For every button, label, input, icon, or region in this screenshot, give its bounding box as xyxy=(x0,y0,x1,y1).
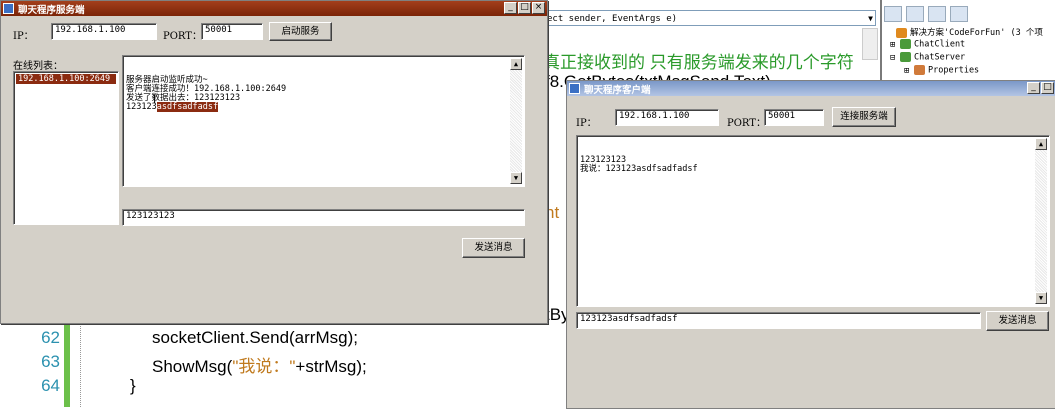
server-send-button[interactable]: 发送消息 xyxy=(462,238,525,258)
solution-tree-label: ChatClient xyxy=(914,39,966,50)
tree-expander-icon[interactable]: ⊞ xyxy=(904,66,914,76)
client-titlebar[interactable]: 聊天程序客户端 _ □ xyxy=(567,81,1055,96)
code-comment: 真正接收到的 只有服务端发来的几个字符 xyxy=(543,53,854,72)
server-window: 聊天程序服务端 _ □ × IP： 192.168.1.100 PORT： 50… xyxy=(0,0,548,324)
project-icon xyxy=(914,65,925,75)
code-token: socketClient.Send(arrMsg); xyxy=(152,328,358,347)
server-message-input[interactable]: 123123123 xyxy=(122,209,525,226)
ip-input[interactable]: 192.168.1.100 xyxy=(615,109,719,126)
scroll-down-icon[interactable]: ▼ xyxy=(510,172,522,184)
code-area[interactable]: socketClient.Send(arrMsg); ShowMsg("我说："+… xyxy=(0,322,560,407)
solution-tree-label: 解决方案'CodeForFun' (3 个项 xyxy=(910,28,1043,38)
scroll-down-icon[interactable]: ▼ xyxy=(1035,292,1047,304)
app-icon xyxy=(3,3,14,14)
show-all-files-icon[interactable] xyxy=(906,6,924,22)
port-input[interactable]: 50001 xyxy=(201,23,263,40)
client-title: 聊天程序客户端 xyxy=(584,85,651,96)
online-list[interactable]: 192.168.1.100:2649 xyxy=(13,71,119,225)
solution-explorer: 解决方案'CodeForFun' (3 个项 ⊞ ChatClient ⊟ ChatSe… xyxy=(880,0,1055,80)
port-label: PORT： xyxy=(163,31,202,42)
code-token: } xyxy=(130,376,136,395)
code-line: ShowMsg("我说："+strMsg); xyxy=(152,352,367,377)
method-dropdown[interactable]: ect sender, EventArgs e) ▼ xyxy=(543,10,876,26)
tree-expander-icon[interactable]: ⊟ xyxy=(890,53,900,63)
project-icon xyxy=(896,27,907,38)
minimize-button[interactable]: _ xyxy=(1027,82,1040,94)
solution-tree-item[interactable]: ⊞ ChatClient xyxy=(886,39,1043,52)
ip-input[interactable]: 192.168.1.100 xyxy=(51,23,157,40)
maximize-button[interactable]: □ xyxy=(1041,82,1054,94)
ip-label: IP： xyxy=(13,31,34,42)
ip-label: IP： xyxy=(576,118,597,129)
project-icon xyxy=(900,39,911,49)
solution-tree: 解决方案'CodeForFun' (3 个项 ⊞ ChatClient ⊟ ChatSe… xyxy=(886,26,1043,78)
client-send-button[interactable]: 发送消息 xyxy=(986,311,1049,331)
view-code-icon[interactable] xyxy=(950,6,968,22)
server-log[interactable]: 服务器启动监听成功~ 客户端连接成功！192.168.1.100:2649 发送了数… xyxy=(122,55,525,187)
code-token: ShowMsg( xyxy=(152,357,233,376)
connect-server-button[interactable]: 连接服务端 xyxy=(832,107,896,127)
refresh-icon[interactable] xyxy=(928,6,946,22)
server-title: 聊天程序服务端 xyxy=(18,5,85,16)
port-label: PORT： xyxy=(727,118,766,129)
minimize-button[interactable]: _ xyxy=(504,2,517,14)
solution-tree-item[interactable]: ⊟ ChatServer xyxy=(886,52,1043,65)
vertical-scrollbar[interactable]: ▲ ▼ xyxy=(1035,138,1047,304)
chevron-down-icon: ▼ xyxy=(868,14,873,23)
vertical-scrollbar[interactable]: ▲ ▼ xyxy=(510,58,522,184)
maximize-button[interactable]: □ xyxy=(518,2,531,14)
solution-tree-item[interactable]: ⊞ Properties xyxy=(886,65,1043,78)
solution-tree-label: Properties xyxy=(928,65,980,76)
app-icon xyxy=(569,83,580,94)
code-line: } xyxy=(130,376,136,396)
port-input[interactable]: 50001 xyxy=(764,109,824,126)
code-line: socketClient.Send(arrMsg); xyxy=(152,328,358,348)
tree-expander-icon[interactable]: ⊞ xyxy=(890,40,900,50)
server-titlebar[interactable]: 聊天程序服务端 _ □ × xyxy=(1,1,547,16)
scroll-up-icon[interactable]: ▲ xyxy=(1035,138,1047,150)
method-dropdown-value: ect sender, EventArgs e) xyxy=(547,14,678,24)
solution-explorer-toolbar xyxy=(884,6,1055,24)
code-token: "我说：" xyxy=(232,357,296,376)
text-cursor-icon: I xyxy=(153,93,157,106)
client-window: 聊天程序客户端 _ □ IP： 192.168.1.100 PORT： 5000… xyxy=(566,80,1055,409)
close-button[interactable]: × xyxy=(532,2,545,14)
project-icon xyxy=(900,52,911,62)
code-token: +strMsg); xyxy=(295,357,367,376)
scroll-up-icon[interactable]: ▲ xyxy=(510,58,522,70)
solution-tree-label: ChatServer xyxy=(914,52,966,63)
properties-icon[interactable] xyxy=(884,6,902,22)
online-list-label: 在线列表： xyxy=(13,61,63,72)
editor-scrollbar[interactable] xyxy=(862,28,878,60)
selected-text: asdfsadfadsf xyxy=(156,102,219,112)
online-client-item[interactable]: 192.168.1.100:2649 xyxy=(16,74,116,84)
log-line: 我说：123123asdfsadfadsf xyxy=(580,164,698,174)
client-log[interactable]: 123123123 我说：123123asdfsadfadsf ▲ ▼ xyxy=(576,135,1050,307)
solution-tree-item[interactable]: 解决方案'CodeForFun' (3 个项 xyxy=(886,26,1043,39)
start-service-button[interactable]: 启动服务 xyxy=(269,22,332,41)
client-message-input[interactable]: 123123asdfsadfadsf xyxy=(576,312,981,329)
